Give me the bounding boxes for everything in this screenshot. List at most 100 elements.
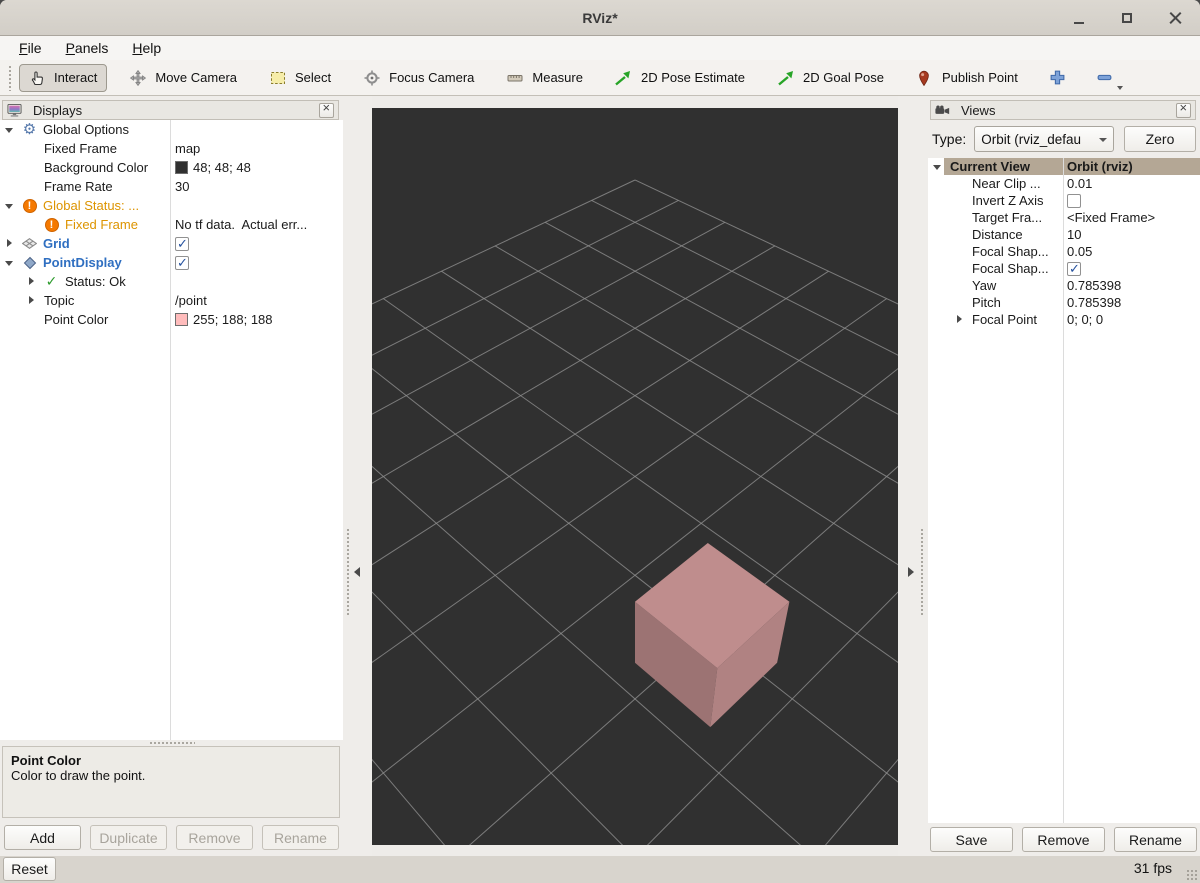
row-value[interactable]: 255; 188; 188	[175, 312, 273, 327]
tool-focus-camera[interactable]: Focus Camera	[354, 64, 484, 92]
tool-2d-goal-pose[interactable]: 2D Goal Pose	[768, 64, 894, 92]
color-swatch[interactable]	[175, 161, 188, 174]
add-tool-button[interactable]	[1041, 64, 1074, 92]
save-view-button[interactable]: Save	[930, 827, 1013, 852]
row-fixed-frame[interactable]: Fixed Frame map	[0, 139, 343, 158]
row-value[interactable]: 0.785398	[1067, 295, 1121, 310]
tool-2d-pose-estimate[interactable]: 2D Pose Estimate	[606, 64, 755, 92]
row-value[interactable]: map	[175, 141, 200, 156]
row-point-display[interactable]: PointDisplay	[0, 253, 343, 272]
row-current-view[interactable]: Current View Orbit (rviz)	[928, 158, 1200, 175]
close-button[interactable]	[1162, 5, 1188, 31]
row-near-clip[interactable]: Near Clip ... 0.01	[928, 175, 1200, 192]
expander-icon[interactable]	[4, 124, 16, 136]
rename-display-button[interactable]: Rename	[262, 825, 339, 850]
row-pitch[interactable]: Pitch 0.785398	[928, 294, 1200, 311]
tool-move-camera[interactable]: Move Camera	[120, 64, 247, 92]
row-yaw[interactable]: Yaw 0.785398	[928, 277, 1200, 294]
left-splitter[interactable]	[343, 96, 372, 856]
expander-icon[interactable]	[4, 238, 16, 250]
row-label: Global Options	[43, 122, 129, 137]
row-global-status[interactable]: Global Status: ...	[0, 196, 343, 215]
maximize-button[interactable]	[1114, 5, 1140, 31]
collapse-right-icon[interactable]	[908, 567, 914, 577]
render-view-scene[interactable]	[372, 108, 898, 845]
menu-file[interactable]: File	[10, 38, 51, 58]
rename-view-button[interactable]: Rename	[1114, 827, 1197, 852]
tool-select[interactable]: Select	[260, 64, 341, 92]
splitter-handle[interactable]	[346, 528, 350, 616]
expander-icon[interactable]	[4, 257, 16, 269]
row-value[interactable]: 48; 48; 48	[175, 160, 251, 175]
row-value[interactable]: <Fixed Frame>	[1067, 210, 1155, 225]
row-value[interactable]: 0.785398	[1067, 278, 1121, 293]
row-distance[interactable]: Distance 10	[928, 226, 1200, 243]
row-target-frame[interactable]: Target Fra... <Fixed Frame>	[928, 209, 1200, 226]
focal-shape-checkbox[interactable]	[1067, 262, 1081, 276]
row-topic[interactable]: Topic /point	[0, 291, 343, 310]
duplicate-display-button[interactable]: Duplicate	[90, 825, 167, 850]
move-camera-icon	[130, 70, 145, 85]
reset-button[interactable]: Reset	[3, 857, 56, 881]
remove-view-button[interactable]: Remove	[1022, 827, 1105, 852]
row-value[interactable]: 0.01	[1067, 176, 1092, 191]
row-value[interactable]: 10	[1067, 227, 1081, 242]
row-point-color[interactable]: Point Color 255; 188; 188	[0, 310, 343, 329]
row-value[interactable]: 0.05	[1067, 244, 1092, 259]
minimize-button[interactable]	[1066, 5, 1092, 31]
grid-enabled-checkbox[interactable]	[175, 237, 189, 251]
tool-publish-point[interactable]: Publish Point	[907, 64, 1028, 92]
expander-icon[interactable]	[26, 295, 38, 307]
view-type-row: Type: Orbit (rviz_defau Zero	[932, 126, 1196, 152]
expander-icon[interactable]	[954, 314, 966, 326]
splitter-handle[interactable]	[920, 528, 924, 616]
main-area: Displays Global Options Fixed Frame map …	[0, 96, 1200, 856]
resize-grip[interactable]	[1186, 869, 1198, 881]
remove-tool-button[interactable]	[1088, 64, 1121, 92]
row-focal-point[interactable]: Focal Point 0; 0; 0	[928, 311, 1200, 328]
close-icon	[1169, 12, 1182, 25]
row-focal-shape-size[interactable]: Focal Shap... 0.05	[928, 243, 1200, 260]
tool-interact[interactable]: Interact	[19, 64, 107, 92]
row-focal-shape-fixed[interactable]: Focal Shap...	[928, 260, 1200, 277]
row-global-options[interactable]: Global Options	[0, 120, 343, 139]
menu-help[interactable]: Help	[123, 38, 170, 58]
minimize-icon	[1074, 22, 1084, 24]
expander-icon[interactable]	[26, 276, 38, 288]
view-type-combobox[interactable]: Orbit (rviz_defau	[974, 126, 1114, 152]
row-value: No tf data. Actual err...	[175, 217, 307, 232]
row-status-ok[interactable]: Status: Ok	[0, 272, 343, 291]
render-viewport[interactable]	[372, 96, 898, 856]
views-close-button[interactable]	[1176, 103, 1191, 118]
row-status-fixed-frame[interactable]: Fixed Frame No tf data. Actual err...	[0, 215, 343, 234]
views-panel-header[interactable]: Views	[930, 100, 1196, 120]
expander-icon[interactable]	[4, 200, 16, 212]
toolbar-drag-handle[interactable]	[8, 65, 13, 91]
displays-close-button[interactable]	[319, 103, 334, 118]
row-value[interactable]: 30	[175, 179, 189, 194]
expander-icon[interactable]	[932, 161, 944, 173]
collapse-left-icon[interactable]	[354, 567, 360, 577]
views-buttons: Save Remove Rename	[930, 827, 1197, 852]
goal-pose-arrow-icon	[778, 70, 793, 85]
tool-measure[interactable]: Measure	[497, 64, 593, 92]
color-swatch[interactable]	[175, 313, 188, 326]
invert-z-checkbox[interactable]	[1067, 194, 1081, 208]
remove-display-button[interactable]: Remove	[176, 825, 253, 850]
right-splitter[interactable]	[898, 96, 928, 856]
row-label: Fixed Frame	[65, 217, 138, 232]
row-grid-display[interactable]: Grid	[0, 234, 343, 253]
row-background-color[interactable]: Background Color 48; 48; 48	[0, 158, 343, 177]
row-frame-rate[interactable]: Frame Rate 30	[0, 177, 343, 196]
row-invert-z-axis[interactable]: Invert Z Axis	[928, 192, 1200, 209]
row-value[interactable]: 0; 0; 0	[1067, 312, 1103, 327]
row-value[interactable]: /point	[175, 293, 207, 308]
pointdisplay-enabled-checkbox[interactable]	[175, 256, 189, 270]
menu-panels[interactable]: Panels	[57, 38, 118, 58]
displays-panel-header[interactable]: Displays	[2, 100, 339, 120]
tool-label: 2D Pose Estimate	[641, 70, 745, 85]
zero-button[interactable]: Zero	[1124, 126, 1196, 152]
row-label: Current View	[950, 159, 1030, 174]
titlebar[interactable]: RViz*	[0, 0, 1200, 36]
add-display-button[interactable]: Add	[4, 825, 81, 850]
